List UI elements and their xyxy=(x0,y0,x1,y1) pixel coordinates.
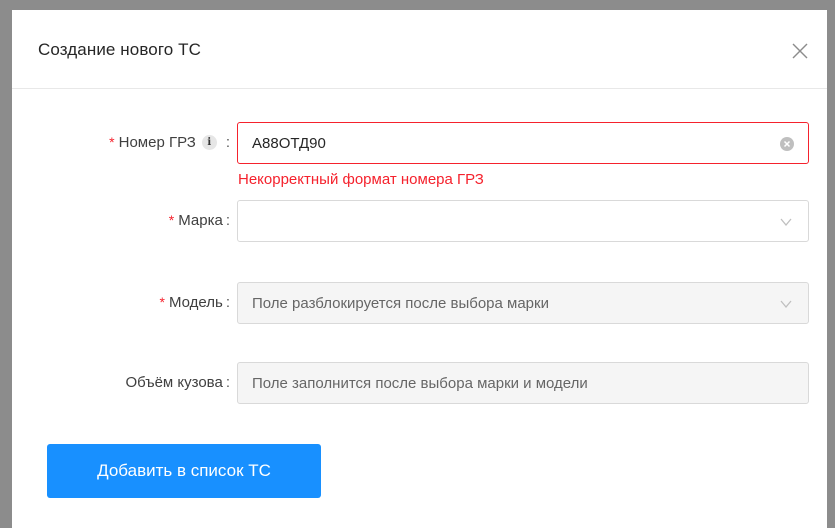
clear-icon[interactable] xyxy=(780,137,794,151)
required-mark: * xyxy=(109,134,115,150)
model-select[interactable]: Поле разблокируется после выбора марки xyxy=(237,282,809,324)
modal-title: Создание нового ТС xyxy=(38,40,202,59)
label-colon: : xyxy=(225,373,230,391)
plate-label-text: Номер ГРЗ xyxy=(118,133,196,151)
brand-label-text: Марка xyxy=(178,211,223,229)
modal-header: Создание нового ТС xyxy=(12,10,827,89)
brand-select[interactable] xyxy=(237,200,809,242)
chevron-down-icon xyxy=(780,300,792,309)
create-vehicle-modal: Создание нового ТС * Номер ГРЗ i : А88ОТ… xyxy=(12,10,827,528)
required-mark: * xyxy=(159,294,165,310)
volume-input-placeholder: Поле заполнится после выбора марки и мод… xyxy=(252,374,588,392)
info-icon[interactable]: i xyxy=(201,134,217,150)
volume-label-text: Объём кузова xyxy=(125,373,223,391)
brand-label: * Марка : xyxy=(169,200,230,240)
close-button[interactable] xyxy=(789,40,811,62)
volume-input[interactable]: Поле заполнится после выбора марки и мод… xyxy=(237,362,809,404)
model-select-placeholder: Поле разблокируется после выбора марки xyxy=(252,294,549,312)
close-icon xyxy=(792,43,808,59)
modal-backdrop-right xyxy=(827,0,835,528)
model-label-text: Модель xyxy=(168,293,223,311)
plate-input[interactable]: А88ОТД90 xyxy=(237,122,809,164)
modal-backdrop-left xyxy=(0,0,12,528)
plate-error-message: Некорректный формат номера ГРЗ xyxy=(238,171,484,188)
required-mark: * xyxy=(168,212,175,228)
plate-label: * Номер ГРЗ i : xyxy=(109,122,230,162)
plate-input-value: А88ОТД90 xyxy=(252,134,326,152)
chevron-down-icon xyxy=(780,218,792,227)
model-label: * Модель : xyxy=(160,282,230,322)
label-colon: : xyxy=(225,133,230,151)
add-to-list-button[interactable]: Добавить в список ТС xyxy=(47,444,321,498)
volume-label: Объём кузова : xyxy=(125,362,230,402)
label-colon: : xyxy=(225,211,230,229)
label-colon: : xyxy=(225,293,230,311)
